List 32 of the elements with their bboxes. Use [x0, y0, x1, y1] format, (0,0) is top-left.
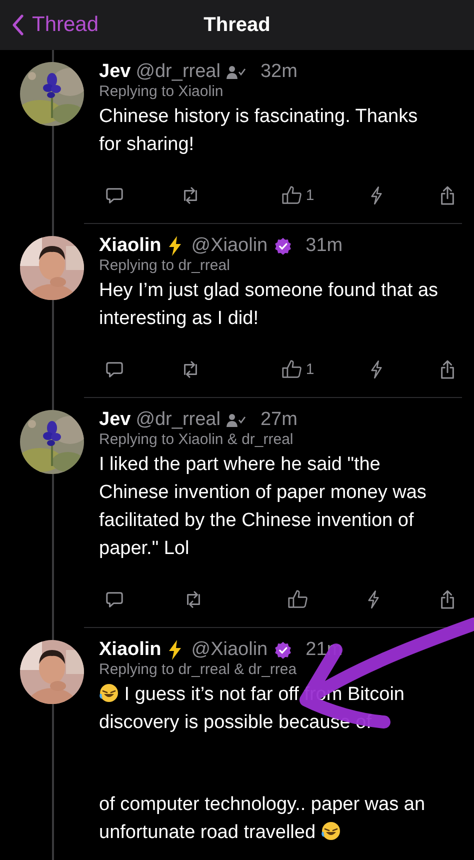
- author-handle[interactable]: @dr_rreal: [136, 61, 220, 83]
- post-text: I liked the part where he said "the Chinese invention of paper money was facilitated by the Chinese invention of paper." Lol: [99, 453, 428, 561]
- verified-badge-icon: [274, 237, 292, 255]
- person-check-icon: [226, 412, 246, 428]
- author-handle[interactable]: @Xiaolin: [191, 639, 268, 661]
- like-button[interactable]: 1: [278, 357, 316, 381]
- author-handle[interactable]: @dr_rreal: [136, 409, 220, 431]
- replying-to-text: Replying to Xiaolin: [99, 83, 224, 101]
- screen-title: Thread: [204, 14, 270, 36]
- chevron-left-icon: [12, 14, 24, 36]
- author-name[interactable]: Jev: [99, 61, 131, 83]
- person-check-icon: [226, 64, 246, 80]
- post-time: 27m: [260, 409, 298, 431]
- author-handle[interactable]: @Xiaolin: [191, 235, 268, 257]
- lightning-icon: [168, 236, 182, 256]
- replying-to-text: Replying to dr_rreal & dr_rrea: [99, 661, 298, 679]
- replying-to-text: Replying to dr_rreal: [99, 257, 231, 275]
- author-name[interactable]: Jev: [99, 409, 131, 431]
- verified-badge-icon: [274, 641, 292, 659]
- author-name[interactable]: Xiaolin: [99, 235, 162, 257]
- author-name[interactable]: Xiaolin: [99, 639, 162, 661]
- post-time: 32m: [260, 61, 298, 83]
- post-text: of computer technology.. paper was an unfortunate road travelled: [99, 793, 426, 845]
- lightning-icon: [168, 640, 182, 660]
- replying-to-text: Replying to Xiaolin & dr_rreal: [99, 431, 294, 449]
- laughing-emoji-icon: [99, 683, 119, 703]
- back-button[interactable]: Thread: [0, 13, 99, 37]
- laughing-emoji-icon: [320, 821, 341, 841]
- post-time: 31m: [306, 235, 343, 257]
- post-text: Hey I’m just glad someone found that as interesting as I did!: [99, 279, 440, 331]
- post-text: Chinese history is fascinating. Thanks for sharing!: [99, 105, 419, 157]
- like-button[interactable]: 1: [278, 183, 316, 207]
